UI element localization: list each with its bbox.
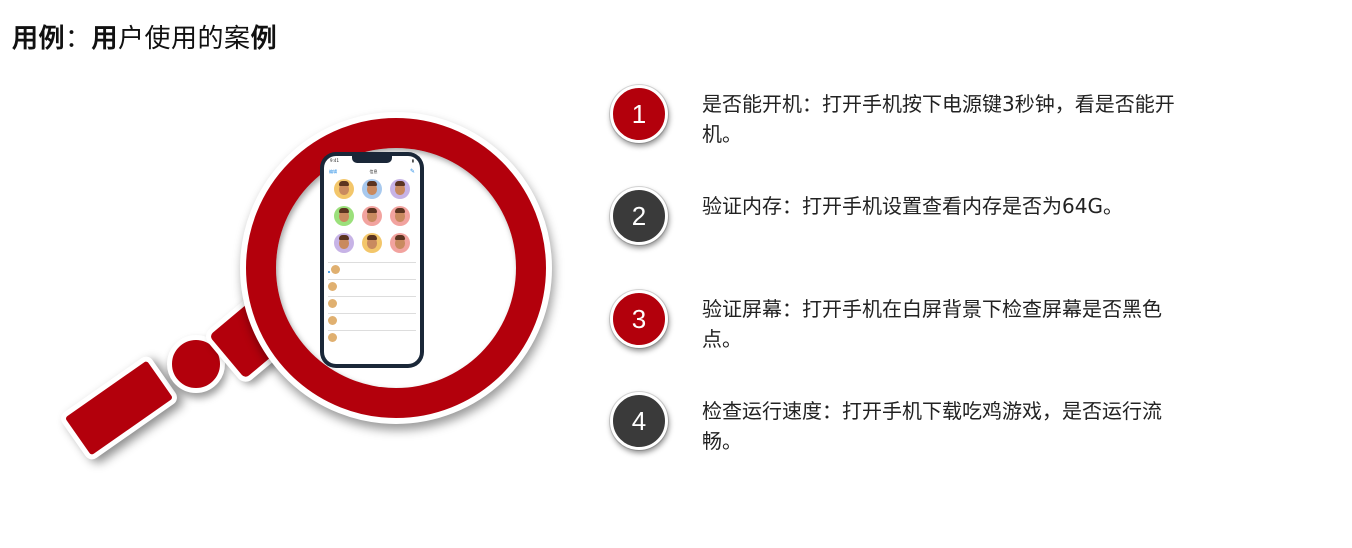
message-body [339, 282, 416, 290]
avatar [328, 299, 337, 308]
page-title: 用例：用户使用的案例 [12, 18, 277, 55]
pinned-conversations [324, 175, 420, 262]
step-number-badge: 3 [610, 290, 668, 348]
compose-icon[interactable]: ✎ [410, 168, 415, 175]
edit-button[interactable]: 编辑 [329, 169, 337, 175]
title-part1: 用例 [12, 24, 66, 54]
avatar [334, 233, 354, 253]
message-preview [339, 282, 416, 290]
message-row[interactable] [328, 262, 416, 279]
messages-nav-bar: 编辑 信息 ✎ [324, 164, 420, 175]
avatar [362, 206, 382, 226]
memoji-face [367, 235, 377, 249]
pinned-contact[interactable] [358, 179, 386, 204]
memoji-face [339, 235, 349, 249]
memoji-face [339, 181, 349, 195]
avatar [328, 282, 337, 291]
title-colon: ： [65, 24, 92, 54]
avatar [390, 233, 410, 253]
pinned-contact[interactable] [330, 233, 358, 258]
memoji-face [339, 208, 349, 222]
message-row[interactable] [328, 330, 416, 347]
message-row[interactable] [328, 279, 416, 296]
step-number-badge: 2 [610, 187, 668, 245]
pinned-contact[interactable] [386, 206, 414, 231]
pinned-contact[interactable] [386, 179, 414, 204]
message-body [339, 333, 416, 341]
memoji-face [367, 208, 377, 222]
memoji-face [367, 181, 377, 195]
step-number-badge: 1 [610, 85, 668, 143]
message-preview [342, 265, 416, 273]
phone-image: 9:41 ▮ 编辑 信息 ✎ [320, 152, 424, 368]
phone-screen: 9:41 ▮ 编辑 信息 ✎ [324, 156, 420, 364]
title-part2: 用 [91, 24, 119, 54]
message-preview [339, 299, 416, 307]
phone-notch [352, 156, 392, 163]
memoji-face [395, 208, 405, 222]
step-text: 检查运行速度：打开手机下载吃鸡游戏，是否运行流畅。 [702, 399, 1162, 453]
message-row[interactable] [328, 313, 416, 330]
avatar [328, 333, 337, 342]
battery-icon: ▮ [411, 158, 414, 163]
avatar [328, 316, 337, 325]
pinned-contact[interactable] [330, 179, 358, 204]
pinned-contact[interactable] [358, 233, 386, 258]
avatar [362, 233, 382, 253]
message-list [324, 262, 420, 347]
avatar [331, 265, 340, 274]
title-part3: 户使用的案 [118, 24, 251, 54]
memoji-face [395, 181, 405, 195]
message-body [339, 316, 416, 324]
message-preview [339, 316, 416, 324]
step-text: 是否能开机：打开手机按下电源键3秒钟，看是否能开机。 [702, 92, 1175, 146]
pinned-contact[interactable] [386, 233, 414, 258]
step-number-badge: 4 [610, 392, 668, 450]
avatar [390, 206, 410, 226]
status-time: 9:41 [330, 158, 339, 163]
memoji-face [395, 235, 405, 249]
message-body [342, 265, 416, 273]
avatar [390, 179, 410, 199]
pinned-contact[interactable] [330, 206, 358, 231]
pinned-contact[interactable] [358, 206, 386, 231]
unread-dot [328, 271, 330, 273]
avatar [334, 206, 354, 226]
message-body [339, 299, 416, 307]
title-part4: 例 [250, 24, 278, 54]
message-preview [339, 333, 416, 341]
messages-title: 信息 [369, 168, 378, 174]
step-text: 验证屏幕：打开手机在白屏背景下检查屏幕是否黑色点。 [702, 297, 1162, 351]
message-row[interactable] [328, 296, 416, 313]
avatar [362, 179, 382, 199]
magnifier-handle [57, 353, 181, 463]
step-text: 验证内存：打开手机设置查看内存是否为64G。 [702, 194, 1123, 218]
avatar [334, 179, 354, 199]
magnifier-illustration [40, 80, 560, 500]
